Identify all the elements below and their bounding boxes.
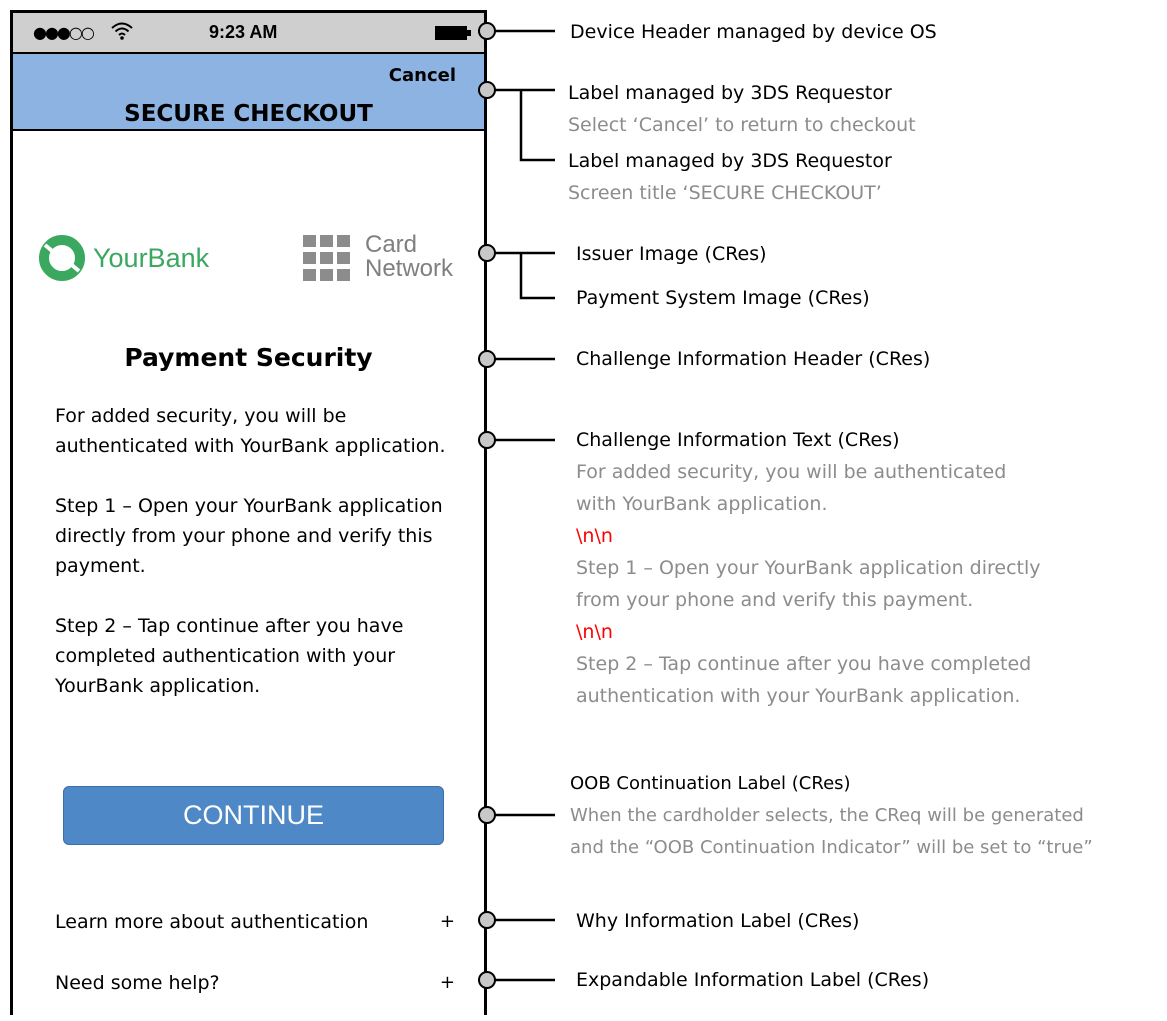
callout-dot	[478, 81, 496, 99]
callout-dot	[478, 431, 496, 449]
annotation-expandable-info: Expandable Information Label (CRes)	[576, 969, 930, 991]
annotation-challenge-header: Challenge Information Header (CRes)	[576, 348, 931, 370]
annotation-device-header: Device Header managed by device OS	[570, 21, 937, 43]
callout-dot	[478, 244, 496, 262]
callout-dot	[478, 911, 496, 929]
callout-dot	[478, 806, 496, 824]
annotation-issuer-image: Issuer Image (CRes)	[576, 243, 767, 265]
annotation-why-info: Why Information Label (CRes)	[576, 910, 860, 932]
annotation-cancel-label: Label managed by 3DS Requestor Select ‘C…	[568, 82, 916, 136]
annotation-challenge-text: Challenge Information Text (CRes) For ad…	[576, 429, 1041, 707]
callout-dot	[478, 350, 496, 368]
annotation-title-label: Label managed by 3DS Requestor Screen ti…	[568, 150, 892, 204]
annotation-oob-continuation: OOB Continuation Label (CRes) When the c…	[570, 773, 1093, 858]
annotation-payment-system-image: Payment System Image (CRes)	[576, 287, 870, 309]
callout-dot	[478, 971, 496, 989]
callout-dot	[478, 22, 496, 40]
